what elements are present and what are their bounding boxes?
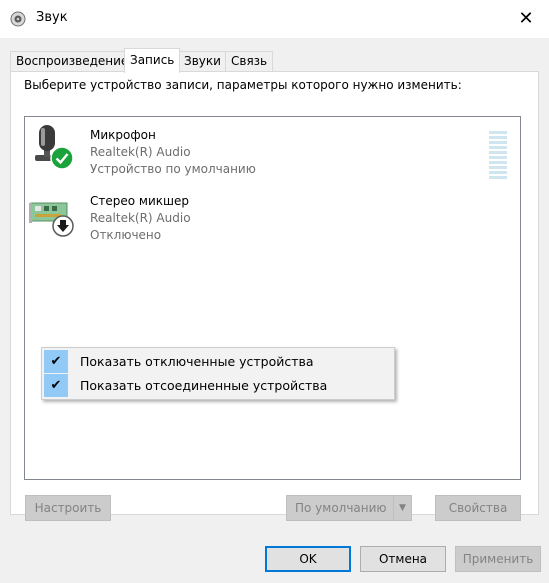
- menu-item-label: Показать отключенные устройства: [80, 354, 314, 369]
- device-name: Стерео микшер: [90, 194, 189, 208]
- properties-button[interactable]: Свойства: [435, 495, 521, 521]
- device-status: Устройство по умолчанию: [90, 162, 256, 176]
- chevron-down-icon[interactable]: ▼: [393, 496, 411, 520]
- tab-recording[interactable]: Запись: [124, 48, 181, 73]
- device-item-stereo-mix[interactable]: Стерео микшер Realtek(R) Audio Отключено: [25, 187, 505, 247]
- title-bar: Звук ✕: [0, 0, 549, 38]
- default-check-icon: [50, 146, 74, 170]
- speaker-icon: [10, 11, 26, 27]
- close-button[interactable]: ✕: [503, 0, 549, 38]
- instruction-text: Выберите устройство записи, параметры ко…: [24, 78, 462, 92]
- ok-button[interactable]: OK: [265, 546, 351, 572]
- device-list[interactable]: Микрофон Realtek(R) Audio Устройство по …: [24, 116, 521, 480]
- cancel-button[interactable]: Отмена: [360, 546, 446, 572]
- disabled-arrow-icon: [52, 215, 74, 237]
- checkmark-icon: ✔: [44, 374, 68, 397]
- recording-panel: Выберите устройство записи, параметры ко…: [10, 71, 539, 521]
- apply-button[interactable]: Применить: [455, 546, 541, 572]
- device-item-microphone[interactable]: Микрофон Realtek(R) Audio Устройство по …: [25, 121, 507, 181]
- menu-item-show-disabled[interactable]: ✔ Показать отключенные устройства: [44, 350, 392, 373]
- device-status: Отключено: [90, 228, 162, 242]
- sound-dialog: Воспроизведение Запись Звуки Связь Выбер…: [0, 38, 549, 583]
- tab-sounds[interactable]: Звуки: [178, 51, 227, 72]
- device-driver: Realtek(R) Audio: [90, 145, 191, 159]
- tab-playback[interactable]: Воспроизведение: [10, 51, 135, 72]
- checkmark-icon: ✔: [44, 350, 68, 373]
- menu-item-label: Показать отсоединенные устройства: [80, 378, 328, 393]
- set-default-button[interactable]: По умолчанию ▼: [286, 495, 412, 521]
- window-title: Звук: [36, 10, 68, 25]
- set-default-label: По умолчанию: [295, 501, 387, 515]
- context-menu: ✔ Показать отключенные устройства ✔ Пока…: [41, 347, 395, 400]
- configure-button[interactable]: Настроить: [25, 495, 111, 521]
- level-meter: [489, 131, 507, 181]
- device-driver: Realtek(R) Audio: [90, 211, 191, 225]
- menu-item-show-disconnected[interactable]: ✔ Показать отсоединенные устройства: [44, 374, 392, 397]
- tab-communications[interactable]: Связь: [225, 51, 274, 72]
- device-name: Микрофон: [90, 128, 156, 142]
